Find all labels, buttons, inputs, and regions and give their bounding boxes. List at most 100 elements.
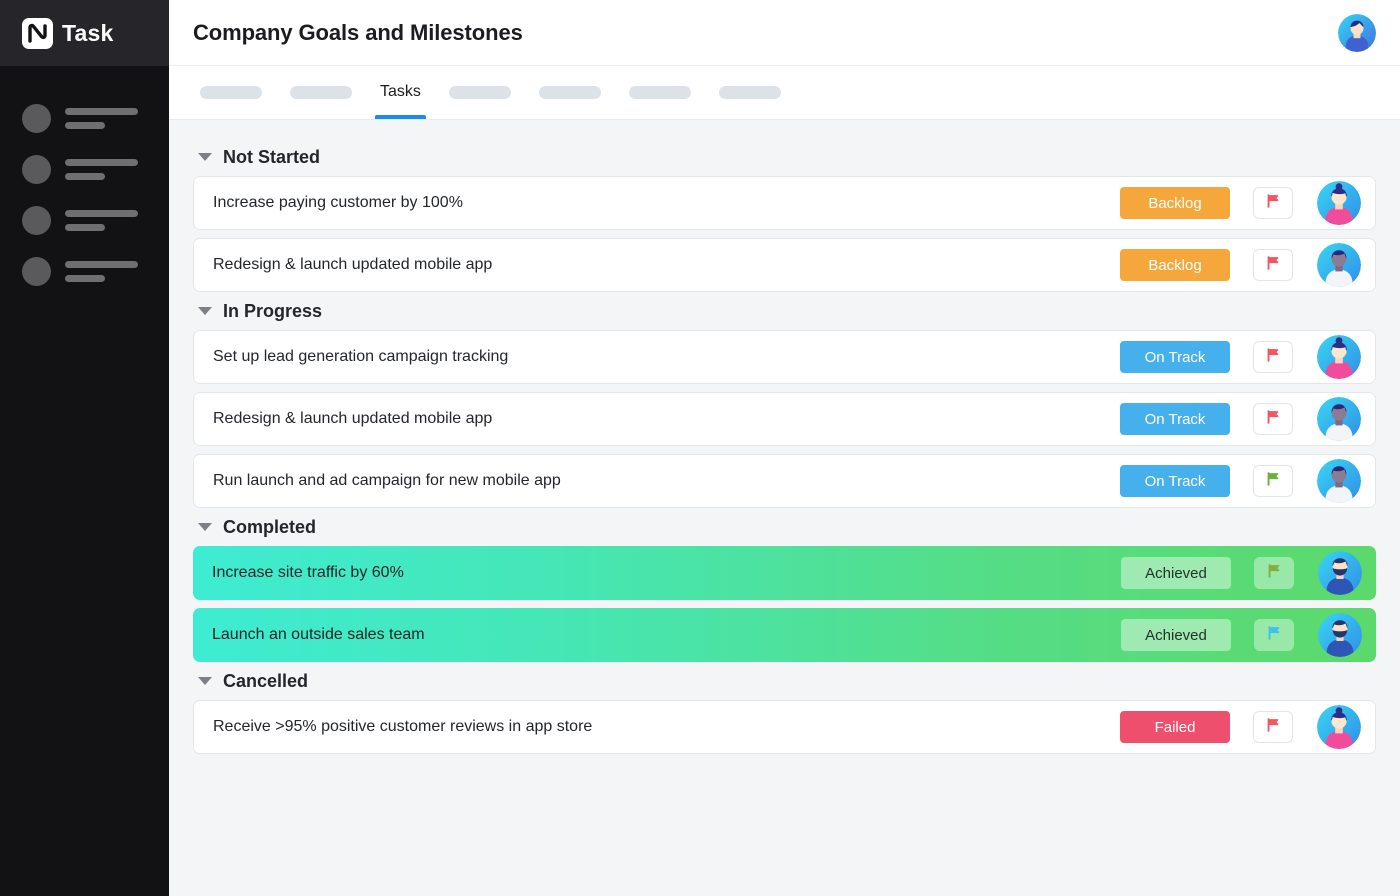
section-rows: Increase paying customer by 100%BacklogR… — [193, 176, 1376, 292]
caret-down-icon[interactable] — [198, 307, 212, 315]
status-badge[interactable]: Failed — [1120, 711, 1230, 743]
status-badge[interactable]: On Track — [1120, 465, 1230, 497]
sidebar-item-icon — [22, 155, 51, 184]
main-panel: Company Goals and Milestones — [169, 0, 1400, 896]
section-title: Completed — [223, 517, 316, 538]
status-badge[interactable]: Backlog — [1120, 187, 1230, 219]
section-title: Cancelled — [223, 671, 308, 692]
topbar: Company Goals and Milestones — [169, 0, 1400, 66]
assignee-avatar[interactable] — [1317, 335, 1361, 379]
topbar-right — [1338, 14, 1376, 52]
ntask-logo-icon — [22, 18, 53, 49]
sidebar-item-placeholder[interactable] — [0, 93, 169, 144]
task-title: Set up lead generation campaign tracking — [213, 348, 1120, 366]
tab-placeholder-2[interactable] — [276, 65, 366, 119]
task-title: Increase paying customer by 100% — [213, 194, 1120, 212]
section-title: Not Started — [223, 147, 320, 168]
tab-label-placeholder — [719, 86, 781, 99]
section-rows: Receive >95% positive customer reviews i… — [193, 700, 1376, 754]
tab-placeholder-5[interactable] — [615, 65, 705, 119]
tab-placeholder-3[interactable] — [435, 65, 525, 119]
sidebar-item-icon — [22, 104, 51, 133]
priority-flag-button[interactable] — [1254, 619, 1294, 651]
flag-cyan-icon — [1264, 623, 1284, 648]
tab-label-placeholder — [290, 86, 352, 99]
flag-red-icon — [1263, 253, 1283, 278]
priority-flag-button[interactable] — [1253, 403, 1293, 435]
avatar[interactable] — [1338, 14, 1376, 52]
assignee-avatar[interactable] — [1318, 551, 1362, 595]
sidebar-item-placeholder[interactable] — [0, 246, 169, 297]
priority-flag-button[interactable] — [1254, 557, 1294, 589]
sidebar-item-label-placeholder — [65, 159, 138, 180]
app-root: Task — [0, 0, 1400, 896]
status-badge[interactable]: Achieved — [1121, 619, 1231, 651]
task-row[interactable]: Redesign & launch updated mobile appOn T… — [193, 392, 1376, 446]
priority-flag-button[interactable] — [1253, 465, 1293, 497]
brand[interactable]: Task — [0, 0, 169, 66]
flag-red-icon — [1263, 345, 1283, 370]
section-header[interactable]: Completed — [193, 508, 1376, 546]
assignee-avatar[interactable] — [1317, 459, 1361, 503]
tab-label-placeholder — [449, 86, 511, 99]
tab-label: Tasks — [380, 83, 421, 101]
priority-flag-button[interactable] — [1253, 341, 1293, 373]
sidebar: Task — [0, 0, 169, 896]
priority-flag-button[interactable] — [1253, 187, 1293, 219]
flag-red-icon — [1263, 715, 1283, 740]
caret-down-icon[interactable] — [198, 523, 212, 531]
section-rows: Increase site traffic by 60%AchievedLaun… — [193, 546, 1376, 662]
task-title: Redesign & launch updated mobile app — [213, 410, 1120, 428]
page-title: Company Goals and Milestones — [193, 20, 523, 46]
flag-green-icon — [1263, 469, 1283, 494]
section-header[interactable]: Not Started — [193, 138, 1376, 176]
section-rows: Set up lead generation campaign tracking… — [193, 330, 1376, 508]
flag-red-icon — [1263, 191, 1283, 216]
sidebar-item-placeholder[interactable] — [0, 195, 169, 246]
assignee-avatar[interactable] — [1317, 705, 1361, 749]
task-row[interactable]: Run launch and ad campaign for new mobil… — [193, 454, 1376, 508]
task-row[interactable]: Redesign & launch updated mobile appBack… — [193, 238, 1376, 292]
tab-label-placeholder — [200, 86, 262, 99]
flag-red-icon — [1263, 407, 1283, 432]
tab-label-placeholder — [539, 86, 601, 99]
priority-flag-button[interactable] — [1253, 249, 1293, 281]
brand-name: Task — [62, 20, 114, 47]
flag-olive-icon — [1264, 561, 1284, 586]
task-row[interactable]: Receive >95% positive customer reviews i… — [193, 700, 1376, 754]
tab-tasks[interactable]: Tasks — [366, 65, 435, 119]
task-row[interactable]: Launch an outside sales teamAchieved — [193, 608, 1376, 662]
assignee-avatar[interactable] — [1317, 397, 1361, 441]
status-badge[interactable]: Backlog — [1120, 249, 1230, 281]
section-header[interactable]: Cancelled — [193, 662, 1376, 700]
status-badge[interactable]: On Track — [1120, 341, 1230, 373]
status-badge[interactable]: Achieved — [1121, 557, 1231, 589]
task-title: Increase site traffic by 60% — [212, 564, 1121, 582]
tab-active-indicator — [375, 115, 426, 119]
caret-down-icon[interactable] — [198, 677, 212, 685]
task-title: Redesign & launch updated mobile app — [213, 256, 1120, 274]
sidebar-item-icon — [22, 257, 51, 286]
task-list: Not Started Increase paying customer by 1… — [169, 120, 1400, 896]
caret-down-icon[interactable] — [198, 153, 212, 161]
task-row[interactable]: Set up lead generation campaign tracking… — [193, 330, 1376, 384]
assignee-avatar[interactable] — [1317, 243, 1361, 287]
assignee-avatar[interactable] — [1317, 181, 1361, 225]
section-header[interactable]: In Progress — [193, 292, 1376, 330]
sidebar-item-placeholder[interactable] — [0, 144, 169, 195]
priority-flag-button[interactable] — [1253, 711, 1293, 743]
task-title: Run launch and ad campaign for new mobil… — [213, 472, 1120, 490]
task-title: Receive >95% positive customer reviews i… — [213, 718, 1120, 736]
sidebar-item-icon — [22, 206, 51, 235]
tab-label-placeholder — [629, 86, 691, 99]
task-row[interactable]: Increase site traffic by 60%Achieved — [193, 546, 1376, 600]
tab-placeholder-1[interactable] — [186, 65, 276, 119]
status-badge[interactable]: On Track — [1120, 403, 1230, 435]
sidebar-nav — [0, 66, 169, 297]
section-title: In Progress — [223, 301, 322, 322]
task-row[interactable]: Increase paying customer by 100%Backlog — [193, 176, 1376, 230]
sidebar-item-label-placeholder — [65, 210, 138, 231]
tab-placeholder-4[interactable] — [525, 65, 615, 119]
tab-placeholder-6[interactable] — [705, 65, 795, 119]
assignee-avatar[interactable] — [1318, 613, 1362, 657]
